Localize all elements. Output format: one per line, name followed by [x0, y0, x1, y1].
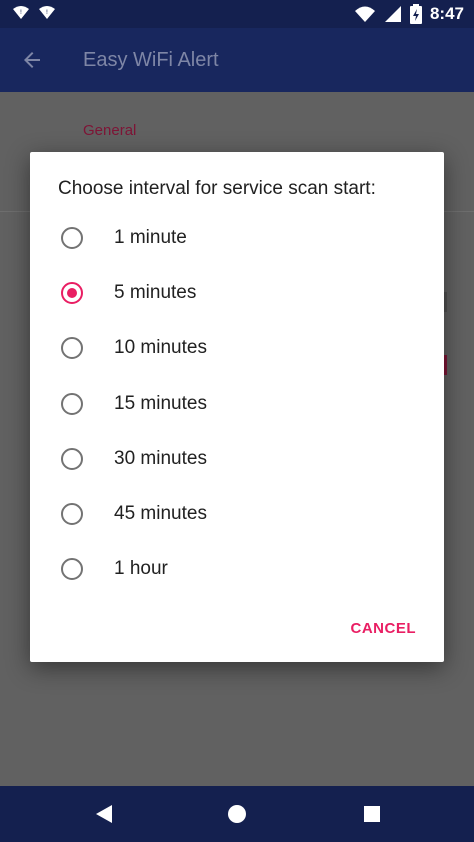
- radio-button[interactable]: [61, 503, 83, 526]
- battery-icon: [409, 4, 422, 24]
- wifi-icon: [354, 5, 376, 23]
- signal-icon: [384, 5, 402, 23]
- status-time: 8:47: [429, 4, 464, 23]
- option-label: 15 minutes: [114, 392, 207, 414]
- app-bar: Easy WiFi Alert: [0, 28, 474, 92]
- option-5-minutes[interactable]: 5 minutes: [30, 265, 444, 320]
- option-10-minutes[interactable]: 10 minutes: [30, 321, 444, 376]
- option-45-minutes[interactable]: 45 minutes: [30, 486, 444, 541]
- nav-recents-icon[interactable]: [362, 804, 382, 824]
- option-label: 30 minutes: [114, 447, 207, 469]
- svg-text:!: !: [20, 9, 22, 16]
- arrow-back-icon[interactable]: [20, 48, 44, 72]
- radio-button[interactable]: [61, 337, 83, 360]
- dialog-title: Choose interval for service scan start:: [58, 178, 376, 199]
- option-1-hour[interactable]: 1 hour: [30, 542, 444, 597]
- navigation-bar: [0, 786, 474, 842]
- cancel-button[interactable]: CANCEL: [351, 620, 417, 637]
- notification-icon: !: [38, 4, 56, 22]
- section-header-general: General: [83, 122, 137, 139]
- nav-home-icon[interactable]: [227, 804, 247, 824]
- option-15-minutes[interactable]: 15 minutes: [30, 376, 444, 431]
- nav-back-icon[interactable]: [94, 804, 114, 824]
- option-label: 10 minutes: [114, 337, 207, 359]
- radio-button[interactable]: [61, 447, 83, 470]
- interval-dialog: Choose interval for service scan start: …: [30, 152, 444, 662]
- radio-button[interactable]: [61, 281, 83, 304]
- option-label: 45 minutes: [114, 503, 207, 525]
- notification-icon: !: [12, 4, 30, 22]
- option-30-minutes[interactable]: 30 minutes: [30, 431, 444, 486]
- interval-options: 1 minute 5 minutes 10 minutes 15 minutes…: [30, 210, 444, 597]
- option-label: 5 minutes: [114, 281, 197, 303]
- radio-button[interactable]: [61, 226, 83, 249]
- svg-text:!: !: [46, 9, 48, 16]
- app-title: Easy WiFi Alert: [83, 49, 219, 71]
- status-bar: ! ! 8:47: [0, 0, 474, 28]
- radio-button[interactable]: [61, 392, 83, 415]
- option-label: 1 minute: [114, 226, 187, 248]
- radio-button[interactable]: [61, 558, 83, 581]
- option-label: 1 hour: [114, 558, 168, 580]
- option-1-minute[interactable]: 1 minute: [30, 210, 444, 265]
